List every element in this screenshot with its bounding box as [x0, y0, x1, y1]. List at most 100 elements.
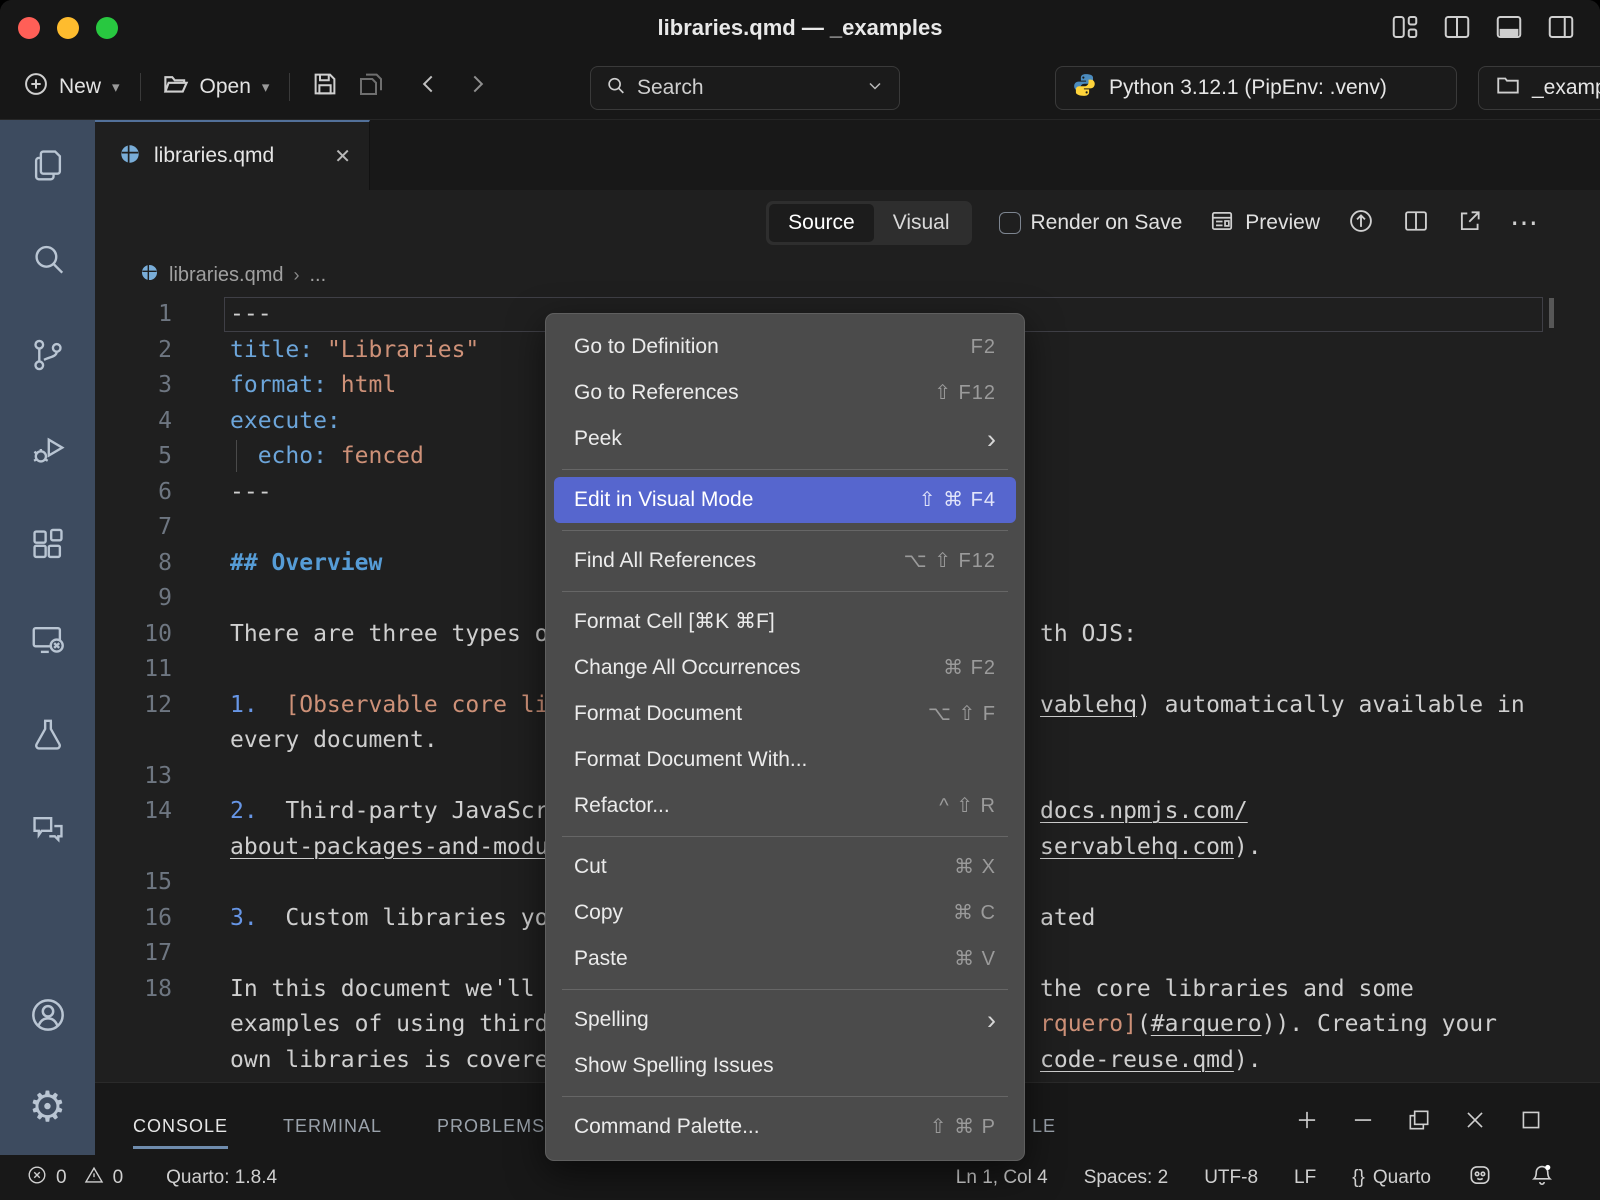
context-menu: Go to DefinitionF2Go to References⇧ F12P… [545, 313, 1025, 1161]
line-number: 17 [95, 935, 172, 971]
menu-item-change-all-occurrences[interactable]: Change All Occurrences⌘ F2 [546, 645, 1024, 691]
chevron-down-icon: ▾ [262, 78, 270, 96]
menu-item-format-document-with[interactable]: Format Document With... [546, 737, 1024, 783]
save-icon [310, 69, 340, 105]
panel-tab-partial[interactable]: LE [1032, 1109, 1056, 1143]
workspace-selector[interactable]: _examples [1478, 66, 1600, 110]
settings-gear-icon[interactable]: ⚙ [29, 1087, 67, 1127]
line-number: 14 [95, 793, 172, 829]
language-mode[interactable]: {} Quarto [1352, 1167, 1431, 1189]
app-window: libraries.qmd — _examples New ▾ Open ▾ [0, 0, 1600, 1200]
cursor-position[interactable]: Ln 1, Col 4 [956, 1167, 1048, 1189]
menu-item-show-spelling-issues[interactable]: Show Spelling Issues [546, 1043, 1024, 1089]
account-icon[interactable] [28, 995, 68, 1035]
error-count: 0 [56, 1167, 67, 1189]
line-number: 9 [95, 580, 172, 616]
eol-setting[interactable]: LF [1294, 1167, 1316, 1189]
forward-icon [464, 71, 490, 103]
encoding-setting[interactable]: UTF-8 [1204, 1167, 1258, 1189]
explorer-icon[interactable] [29, 146, 67, 184]
warning-count: 0 [113, 1167, 124, 1189]
scrollbar-thumb[interactable] [1549, 298, 1554, 328]
close-icon[interactable]: ✕ [334, 144, 351, 169]
line-number: 7 [95, 509, 172, 545]
indent-setting[interactable]: Spaces: 2 [1084, 1167, 1169, 1189]
warning-icon [83, 1164, 105, 1192]
open-button[interactable]: Open ▾ [161, 69, 270, 105]
panel-tab-terminal[interactable]: TERMINAL [283, 1109, 382, 1149]
python-icon [1072, 72, 1098, 104]
problems-status[interactable]: 0 0 [26, 1164, 123, 1192]
menu-item-paste[interactable]: Paste⌘ V [546, 936, 1024, 982]
error-icon [26, 1164, 48, 1192]
line-number: 2 [95, 332, 172, 368]
menu-item-copy[interactable]: Copy⌘ C [546, 890, 1024, 936]
braces-icon: {} [1352, 1167, 1365, 1189]
line-number: 12 [95, 687, 172, 723]
menu-separator [562, 989, 1008, 990]
save-all-button[interactable] [356, 69, 386, 105]
submenu-chevron-icon: › [987, 997, 996, 1043]
menu-item-format-document[interactable]: Format Document⌥ ⇧ F [546, 691, 1024, 737]
folder-icon [1495, 72, 1521, 104]
restore-icon[interactable] [1406, 1107, 1432, 1138]
feedback-icon[interactable] [1467, 1162, 1493, 1194]
titlebar: libraries.qmd — _examples [0, 0, 1600, 55]
status-bar: 0 0 Quarto: 1.8.4 Ln 1, Col 4 Spaces: 2 … [0, 1155, 1600, 1200]
new-button[interactable]: New ▾ [22, 70, 120, 104]
extensions-icon[interactable] [29, 526, 67, 564]
menu-separator [562, 591, 1008, 592]
menu-item-go-to-references[interactable]: Go to References⇧ F12 [546, 370, 1024, 416]
chevron-down-icon: ▾ [112, 78, 120, 96]
run-debug-icon[interactable] [29, 431, 67, 469]
tab-libraries-qmd[interactable]: libraries.qmd ✕ [95, 120, 370, 190]
forward-button[interactable] [464, 71, 490, 103]
secondary-sidebar-icon[interactable] [1546, 12, 1576, 42]
menu-item-find-all-references[interactable]: Find All References⌥ ⇧ F12 [546, 538, 1024, 584]
menu-item-cut[interactable]: Cut⌘ X [546, 844, 1024, 890]
toolbar-separator [140, 73, 141, 101]
submenu-chevron-icon: › [987, 416, 996, 462]
split-editor-icon[interactable] [1442, 12, 1472, 42]
menu-separator [562, 836, 1008, 837]
menu-item-format-cell-k-f[interactable]: Format Cell [⌘K ⌘F] [546, 599, 1024, 645]
quarto-version[interactable]: Quarto: 1.8.4 [166, 1167, 277, 1189]
line-number: 8 [95, 545, 172, 581]
interpreter-selector[interactable]: Python 3.12.1 (PipEnv: .venv) [1055, 66, 1457, 110]
close-icon[interactable] [1462, 1107, 1488, 1138]
chat-icon[interactable] [29, 811, 67, 849]
search-icon[interactable] [29, 241, 67, 279]
save-all-icon [356, 69, 386, 105]
tab-bar: libraries.qmd ✕ [95, 120, 1600, 190]
menu-item-peek[interactable]: Peek› [546, 416, 1024, 462]
open-label: Open [200, 75, 251, 99]
menu-item-edit-in-visual-mode[interactable]: Edit in Visual Mode⇧ ⌘ F4 [554, 477, 1016, 523]
menu-item-refactor[interactable]: Refactor...^ ⇧ R [546, 783, 1024, 829]
menu-item-spelling[interactable]: Spelling› [546, 997, 1024, 1043]
panel-tab-problems[interactable]: PROBLEMS [437, 1109, 545, 1149]
interpreter-label: Python 3.12.1 (PipEnv: .venv) [1109, 76, 1387, 100]
search-input[interactable]: Search [590, 66, 900, 110]
layout-customize-icon[interactable] [1390, 12, 1420, 42]
testing-icon[interactable] [29, 716, 67, 754]
add-icon[interactable] [1294, 1107, 1320, 1138]
window-title: libraries.qmd — _examples [0, 0, 1600, 55]
back-button[interactable] [416, 71, 442, 103]
remote-icon[interactable] [29, 621, 67, 659]
minimize-icon[interactable] [1350, 1107, 1376, 1138]
panel-bottom-icon[interactable] [1494, 12, 1524, 42]
tab-label: libraries.qmd [154, 144, 321, 168]
maximize-icon[interactable] [1518, 1107, 1544, 1138]
menu-separator [562, 1096, 1008, 1097]
save-button[interactable] [310, 69, 340, 105]
chevron-down-icon[interactable] [865, 76, 885, 101]
quarto-file-icon [119, 143, 141, 170]
menu-item-command-palette[interactable]: Command Palette...⇧ ⌘ P [546, 1104, 1024, 1150]
panel-tab-console[interactable]: CONSOLE [133, 1109, 228, 1149]
bell-icon[interactable] [1529, 1162, 1555, 1194]
toolbar: New ▾ Open ▾ Sea [0, 55, 1600, 120]
language-label: Quarto [1373, 1167, 1431, 1189]
workspace-label: _examples [1532, 76, 1600, 100]
menu-item-go-to-definition[interactable]: Go to DefinitionF2 [546, 324, 1024, 370]
source-control-icon[interactable] [29, 336, 67, 374]
